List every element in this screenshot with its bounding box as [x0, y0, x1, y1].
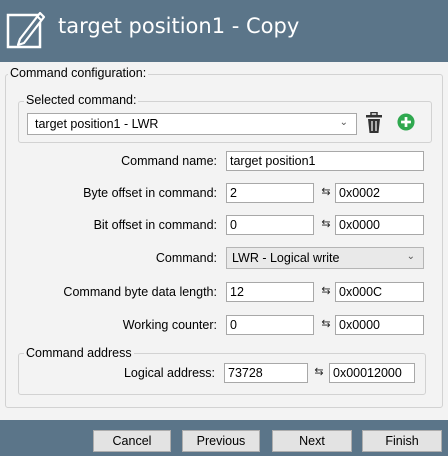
next-button[interactable]: Next — [272, 430, 352, 452]
data-length-hex-input[interactable]: 0x000C — [335, 282, 424, 302]
working-counter-input[interactable]: 0 — [226, 315, 314, 335]
command-configuration-legend: Command configuration: — [8, 66, 149, 80]
title-bar: target position1 - Copy — [0, 0, 448, 62]
logical-address-hex-input[interactable]: 0x00012000 — [329, 363, 415, 383]
byte-offset-hex-input[interactable]: 0x0002 — [335, 183, 424, 203]
swap-arrows-icon: ⇆ — [321, 284, 331, 297]
selected-command-value: target position1 - LWR — [35, 117, 159, 131]
bit-offset-hex-input[interactable]: 0x0000 — [335, 215, 424, 235]
trash-icon[interactable] — [364, 112, 384, 134]
selected-command-dropdown[interactable]: target position1 - LWR ⌄ — [27, 113, 357, 135]
command-label: Command: — [155, 251, 217, 265]
chevron-down-icon: ⌄ — [339, 117, 348, 128]
dialog-body: Command configuration: Selected command:… — [0, 62, 448, 420]
bit-offset-input[interactable]: 0 — [226, 215, 314, 235]
command-name-input[interactable]: target position1 — [226, 151, 424, 171]
logical-address-label: Logical address: — [123, 366, 215, 380]
add-circle-icon[interactable] — [397, 113, 415, 131]
bit-offset-label: Bit offset in command: — [93, 218, 217, 232]
chevron-down-icon: ⌄ — [406, 251, 415, 262]
command-dropdown-value: LWR - Logical write — [232, 251, 340, 265]
command-address-legend: Command address — [24, 346, 134, 360]
command-name-label: Command name: — [121, 154, 217, 168]
working-counter-hex-input[interactable]: 0x0000 — [335, 315, 424, 335]
finish-button[interactable]: Finish — [362, 430, 442, 452]
data-length-label: Command byte data length: — [63, 285, 217, 299]
footer-bar: Cancel Previous Next Finish — [0, 420, 448, 456]
logical-address-input[interactable]: 73728 — [224, 363, 308, 383]
previous-button[interactable]: Previous — [182, 430, 260, 452]
working-counter-label: Working counter: — [122, 318, 217, 332]
swap-arrows-icon: ⇆ — [321, 185, 331, 198]
byte-offset-label: Byte offset in command: — [83, 186, 217, 200]
swap-arrows-icon: ⇆ — [314, 365, 324, 378]
byte-offset-input[interactable]: 2 — [226, 183, 314, 203]
command-dropdown[interactable]: LWR - Logical write ⌄ — [226, 247, 424, 269]
data-length-input[interactable]: 12 — [226, 282, 314, 302]
edit-pencil-icon — [6, 11, 46, 49]
cancel-button[interactable]: Cancel — [93, 430, 171, 452]
dialog-title: target position1 - Copy — [58, 14, 300, 38]
swap-arrows-icon: ⇆ — [321, 217, 331, 230]
swap-arrows-icon: ⇆ — [321, 317, 331, 330]
selected-command-legend: Selected command: — [24, 93, 139, 107]
